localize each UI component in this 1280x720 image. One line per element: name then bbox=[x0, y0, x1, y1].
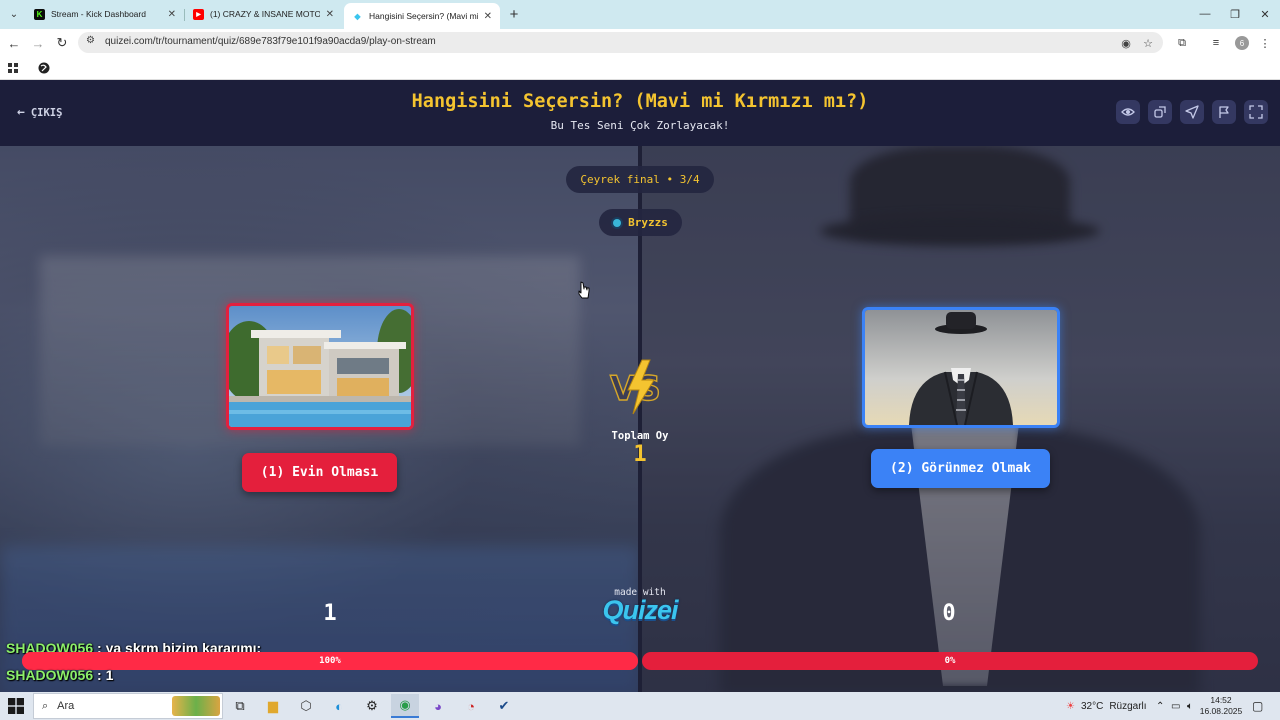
quizei-icon: ◆ bbox=[354, 11, 361, 21]
chat-username: SHADOW056 bbox=[6, 667, 94, 683]
user-badge: Bryzzs bbox=[599, 209, 682, 236]
option-2-percent: 0% bbox=[944, 656, 956, 666]
address-bar[interactable]: ⚙ quizei.com/tr/tournament/quiz/689e783f… bbox=[78, 32, 1163, 53]
avatar[interactable]: 6 bbox=[1235, 36, 1249, 50]
app-icon[interactable]: ◔ bbox=[457, 694, 485, 718]
taskbar-search[interactable]: ⌕ Ara bbox=[33, 693, 223, 719]
chat-message: SHADOW056 : 1 bbox=[6, 667, 113, 683]
clock-date: 16.08.2025 bbox=[1199, 706, 1243, 716]
invisible-man-image bbox=[865, 310, 1057, 425]
mouse-cursor-icon bbox=[578, 281, 590, 299]
browser-toolbar: ← → ↻ ⚙ quizei.com/tr/tournament/quiz/68… bbox=[0, 29, 1280, 56]
option-2-image[interactable] bbox=[862, 307, 1060, 428]
browser-tab-bar: ⌄ K Stream - Kick Dashboard ✕ ▶ (1) CRAZ… bbox=[0, 0, 1280, 29]
close-icon[interactable]: ✕ bbox=[326, 9, 334, 20]
network-icon[interactable]: ▭ bbox=[1171, 692, 1180, 720]
url-text: quizei.com/tr/tournament/quiz/689e783f79… bbox=[105, 36, 436, 47]
weather-temp: 32°C bbox=[1080, 700, 1104, 712]
chevron-up-icon[interactable]: ⌃ bbox=[1156, 692, 1164, 720]
steam-icon[interactable]: ✔ bbox=[490, 694, 518, 718]
house-image bbox=[229, 306, 411, 427]
restore-icon[interactable]: ❐ bbox=[1220, 4, 1250, 24]
option-1-percent: 100% bbox=[319, 656, 341, 666]
quizei-logo[interactable]: Quizei bbox=[580, 595, 700, 626]
task-view-icon[interactable]: ⧉ bbox=[226, 694, 254, 718]
chrome-icon[interactable]: ◉ bbox=[391, 694, 419, 718]
notification-icon[interactable]: ▢ bbox=[1252, 692, 1263, 720]
search-highlight-image bbox=[172, 696, 220, 716]
versus-icon: VS bbox=[609, 359, 662, 415]
apps-grid-icon[interactable] bbox=[5, 60, 21, 76]
menu-icon[interactable]: ⋮ bbox=[1257, 35, 1273, 51]
star-icon[interactable]: ☆ bbox=[1140, 35, 1156, 51]
eye-off-icon[interactable]: ◉ bbox=[1118, 35, 1134, 51]
quiz-page: ← ÇIKIŞ Hangisini Seçersin? (Mavi mi Kır… bbox=[0, 80, 1280, 692]
option-2-button[interactable]: (2) Görünmez Olmak bbox=[871, 449, 1050, 488]
weather-icon: ☀ bbox=[1066, 700, 1075, 712]
quiz-title: Hangisini Seçersin? (Mavi mi Kırmızı mı?… bbox=[411, 91, 869, 112]
weather-text: Rüzgarlı bbox=[1109, 700, 1147, 712]
tab-title: (1) CRAZY & INSANE MOTORC bbox=[210, 9, 320, 19]
option-1-image[interactable] bbox=[226, 303, 414, 430]
minimize-icon[interactable]: — bbox=[1190, 4, 1220, 24]
close-window-icon[interactable]: ✕ bbox=[1250, 4, 1280, 24]
option-2-score: 0 bbox=[942, 601, 956, 626]
volume-icon[interactable]: 🔈︎ bbox=[1187, 692, 1193, 720]
app-icon[interactable]: ⬡ bbox=[292, 694, 320, 718]
user-avatar-icon bbox=[613, 218, 622, 227]
search-placeholder: Ara bbox=[57, 700, 75, 712]
close-icon[interactable]: ✕ bbox=[168, 9, 176, 20]
site-info-icon[interactable]: ⚙ bbox=[86, 35, 95, 46]
globe-icon[interactable] bbox=[36, 60, 52, 76]
back-icon[interactable]: ← bbox=[4, 33, 24, 53]
forward-icon[interactable]: → bbox=[28, 33, 48, 53]
eye-icon[interactable] bbox=[1116, 100, 1140, 124]
option-1-progress-bar: 100% bbox=[22, 652, 638, 670]
windows-start-icon[interactable] bbox=[8, 698, 24, 714]
quiz-header: ← ÇIKIŞ Hangisini Seçersin? (Mavi mi Kır… bbox=[0, 80, 1280, 146]
round-stage-label: Çeyrek final • 3/4 bbox=[580, 173, 700, 186]
media-icon[interactable]: ≡ bbox=[1208, 35, 1224, 51]
round-stage-badge: Çeyrek final • 3/4 bbox=[566, 166, 714, 193]
reload-icon[interactable]: ↻ bbox=[52, 33, 72, 53]
total-votes-label: Toplam Oy bbox=[611, 430, 669, 442]
new-tab-button[interactable]: + bbox=[505, 5, 523, 23]
close-icon[interactable]: ✕ bbox=[484, 11, 492, 22]
settings-icon[interactable]: ⚙ bbox=[358, 694, 386, 718]
clock[interactable]: 14:52 16.08.2025 bbox=[1196, 695, 1246, 717]
quiz-subtitle: Bu Tes Seni Çok Zorlayacak! bbox=[550, 119, 730, 132]
share-icon[interactable] bbox=[1148, 100, 1172, 124]
option-1-score: 1 bbox=[323, 601, 337, 626]
edge-icon[interactable]: ◐ bbox=[325, 694, 353, 718]
kick-icon: K bbox=[34, 8, 45, 20]
flag-icon[interactable] bbox=[1212, 100, 1236, 124]
youtube-icon: ▶ bbox=[193, 8, 204, 20]
tab-youtube[interactable]: ▶ (1) CRAZY & INSANE MOTORC ✕ bbox=[185, 3, 342, 25]
weather-widget[interactable]: ☀ 32°C Rüzgarlı bbox=[1066, 692, 1147, 720]
tab-search-icon[interactable]: ⌄ bbox=[5, 5, 23, 23]
taskbar: ⌕ Ara ⧉ ▆ ⬡ ◐ ⚙ ◉ ◕ ◔ ✔ ☀ 32°C Rüzgarlı … bbox=[0, 692, 1280, 720]
chat-text: : 1 bbox=[93, 667, 114, 683]
search-icon: ⌕ bbox=[42, 699, 49, 712]
clock-time: 14:52 bbox=[1210, 695, 1232, 705]
bookmarks-bar bbox=[0, 56, 1280, 80]
tab-kick[interactable]: K Stream - Kick Dashboard ✕ bbox=[26, 3, 184, 25]
user-name: Bryzzs bbox=[628, 216, 668, 229]
tab-title: Stream - Kick Dashboard bbox=[51, 9, 146, 19]
option-1-button[interactable]: (1) Evin Olması bbox=[242, 453, 397, 492]
extensions-icon[interactable]: ⧉ bbox=[1174, 35, 1190, 51]
option-2-progress-bar: 0% bbox=[642, 652, 1258, 670]
total-votes-value: 1 bbox=[633, 442, 647, 467]
file-explorer-icon[interactable]: ▆ bbox=[259, 694, 287, 718]
fullscreen-icon[interactable] bbox=[1244, 100, 1268, 124]
tab-title: Hangisini Seçersin? (Mavi mi Kı bbox=[369, 11, 478, 21]
send-icon[interactable] bbox=[1180, 100, 1204, 124]
app-icon[interactable]: ◕ bbox=[424, 694, 452, 718]
tab-quizei[interactable]: ◆ Hangisini Seçersin? (Mavi mi Kı ✕ bbox=[344, 3, 500, 29]
